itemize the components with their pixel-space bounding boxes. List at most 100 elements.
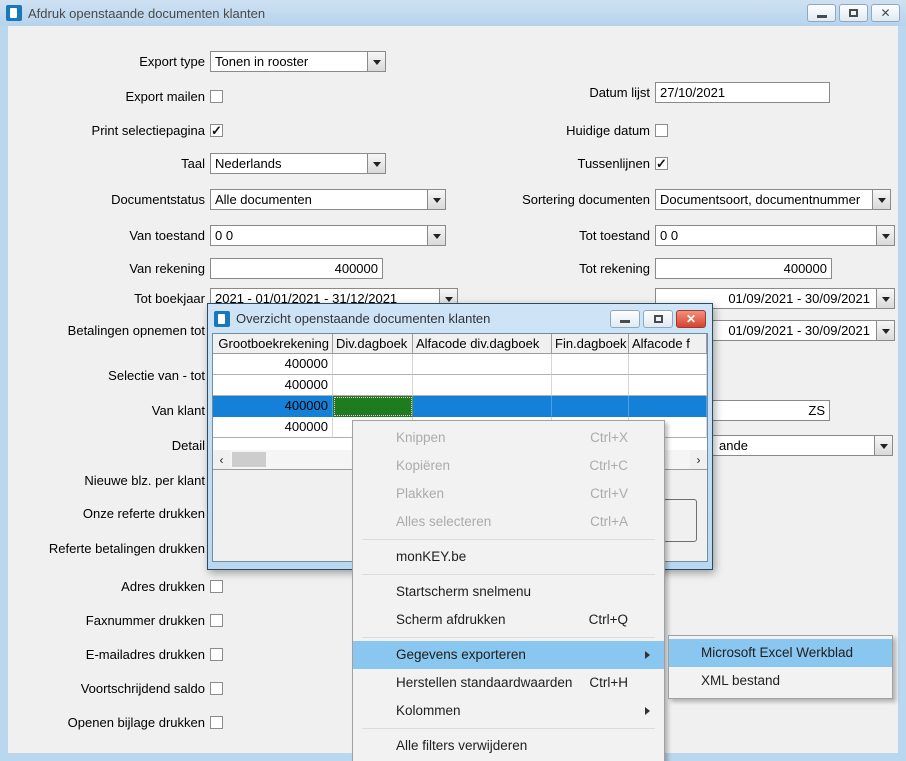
van-toestand-select[interactable]: 0 0 [210,225,446,246]
column-header[interactable]: Alfacode f [629,334,707,354]
label-huidige-datum: Huidige datum [440,120,650,141]
menu-item-plakken: PlakkenCtrl+V [353,480,664,508]
label-nieuwe-blz-per-klant: Nieuwe blz. per klant [0,470,205,491]
openen-bijlage-drukken-checkbox[interactable] [210,716,223,729]
column-header[interactable]: Alfacode div.dagboek [413,334,552,354]
chevron-down-icon[interactable] [876,289,894,308]
label-betalingen-opnemen-tot: Betalingen opnemen tot [0,320,205,341]
close-icon: ✕ [686,313,696,325]
menu-separator [362,637,655,638]
label-voortschrijdend-saldo: Voortschrijdend saldo [0,678,205,699]
label-sortering-documenten: Sortering documenten [440,189,650,210]
scroll-right-icon[interactable]: › [690,450,707,469]
label-referte-betalingen-drukken: Referte betalingen drukken [0,538,205,559]
documentstatus-select[interactable]: Alle documenten [210,189,446,210]
export-mailen-checkbox[interactable] [210,90,223,103]
taal-select[interactable]: Nederlands [210,153,386,174]
close-button[interactable]: ✕ [871,4,900,22]
label-tot-toestand: Tot toestand [440,225,650,246]
label-detail: Detail [0,435,205,456]
menu-separator [362,728,655,729]
minimize-button[interactable] [807,4,836,22]
menu-item-alles-selecteren: Alles selecterenCtrl+A [353,508,664,536]
export-type-select[interactable]: Tonen in rooster [210,51,386,72]
chevron-down-icon[interactable] [872,190,890,209]
screen: Afdruk openstaande documenten klanten ✕ … [0,0,906,761]
label-taal: Taal [0,153,205,174]
scrollbar-thumb[interactable] [232,452,266,467]
label-openen-bijlage-drukken: Openen bijlage drukken [0,712,205,733]
submenu-item-excel[interactable]: Microsoft Excel Werkblad [669,639,892,667]
column-header[interactable]: Div.dagboek [333,334,413,354]
table-header-row: Grootboekrekening Div.dagboek Alfacode d… [213,334,707,354]
label-documentstatus: Documentstatus [0,189,205,210]
label-faxnummer-drukken: Faxnummer drukken [0,610,205,631]
label-van-rekening: Van rekening [0,258,205,279]
label-selectie-van-tot: Selectie van - tot [0,365,205,386]
menu-item-alle-filters-verwijderen[interactable]: Alle filters verwijderen [353,732,664,760]
maximize-icon [654,315,663,323]
scroll-left-icon[interactable]: ‹ [213,450,230,469]
label-van-toestand: Van toestand [0,225,205,246]
label-tussenlijnen: Tussenlijnen [440,153,650,174]
minimize-icon [817,15,827,18]
column-header[interactable]: Grootboekrekening [213,334,333,354]
document-icon [6,5,22,21]
menu-item-herstellen-standaardwaarden[interactable]: Herstellen standaardwaardenCtrl+H [353,669,664,697]
table-row[interactable]: 400000 [213,375,707,396]
submenu-arrow-icon [645,651,654,659]
tot-toestand-select[interactable]: 0 0 [655,225,895,246]
tussenlijnen-checkbox[interactable] [655,157,668,170]
focused-cell[interactable] [333,396,413,417]
huidige-datum-checkbox[interactable] [655,124,668,137]
popup-maximize-button[interactable] [643,310,673,328]
adres-drukken-checkbox[interactable] [210,580,223,593]
faxnummer-drukken-checkbox[interactable] [210,614,223,627]
label-datum-lijst: Datum lijst [440,82,650,103]
print-selectiepagina-checkbox[interactable] [210,124,223,137]
popup-minimize-button[interactable] [610,310,640,328]
popup-close-button[interactable]: ✕ [676,310,706,328]
menu-item-scherm-afdrukken[interactable]: Scherm afdrukkenCtrl+Q [353,606,664,634]
chevron-down-icon[interactable] [367,52,385,71]
van-rekening-input[interactable]: 400000 [210,258,383,279]
document-icon [214,311,230,327]
chevron-down-icon[interactable] [874,436,892,455]
maximize-icon [849,9,858,17]
maximize-button[interactable] [839,4,868,22]
column-header[interactable]: Fin.dagboek [552,334,629,354]
menu-item-kolommen[interactable]: Kolommen [353,697,664,725]
table-row-selected[interactable]: 400000 [213,396,707,417]
menu-item-monkey-be[interactable]: monKEY.be [353,543,664,571]
export-submenu: Microsoft Excel Werkblad XML bestand [668,635,893,699]
label-emailadres-drukken: E-mailadres drukken [0,644,205,665]
tot-rekening-input[interactable]: 400000 [655,258,832,279]
main-window-titlebar[interactable]: Afdruk openstaande documenten klanten ✕ [0,0,906,26]
popup-title: Overzicht openstaande documenten klanten [236,311,490,326]
menu-item-startscherm-snelmenu[interactable]: Startscherm snelmenu [353,578,664,606]
label-print-selectiepagina: Print selectiepagina [0,120,205,141]
table-row[interactable]: 400000 [213,354,707,375]
menu-item-knippen: KnippenCtrl+X [353,424,664,452]
voortschrijdend-saldo-checkbox[interactable] [210,682,223,695]
label-van-klant: Van klant [0,400,205,421]
label-export-type: Export type [0,51,205,72]
label-adres-drukken: Adres drukken [0,576,205,597]
context-menu: KnippenCtrl+X KopiërenCtrl+C PlakkenCtrl… [352,420,665,761]
emailadres-drukken-checkbox[interactable] [210,648,223,661]
label-tot-boekjaar: Tot boekjaar [0,288,205,309]
main-window-title: Afdruk openstaande documenten klanten [28,6,265,21]
menu-separator [362,539,655,540]
submenu-item-xml[interactable]: XML bestand [669,667,892,695]
label-onze-referte-drukken: Onze referte drukken [0,503,205,524]
menu-item-kopieren: KopiërenCtrl+C [353,452,664,480]
sortering-documenten-select[interactable]: Documentsoort, documentnummer [655,189,891,210]
datum-lijst-input[interactable]: 27/10/2021 [655,82,830,103]
chevron-down-icon[interactable] [367,154,385,173]
chevron-down-icon[interactable] [876,321,894,340]
submenu-arrow-icon [645,707,654,715]
menu-item-gegevens-exporteren[interactable]: Gegevens exporteren [353,641,664,669]
chevron-down-icon[interactable] [876,226,894,245]
close-icon: ✕ [880,7,890,19]
popup-titlebar[interactable]: Overzicht openstaande documenten klanten… [212,304,708,333]
